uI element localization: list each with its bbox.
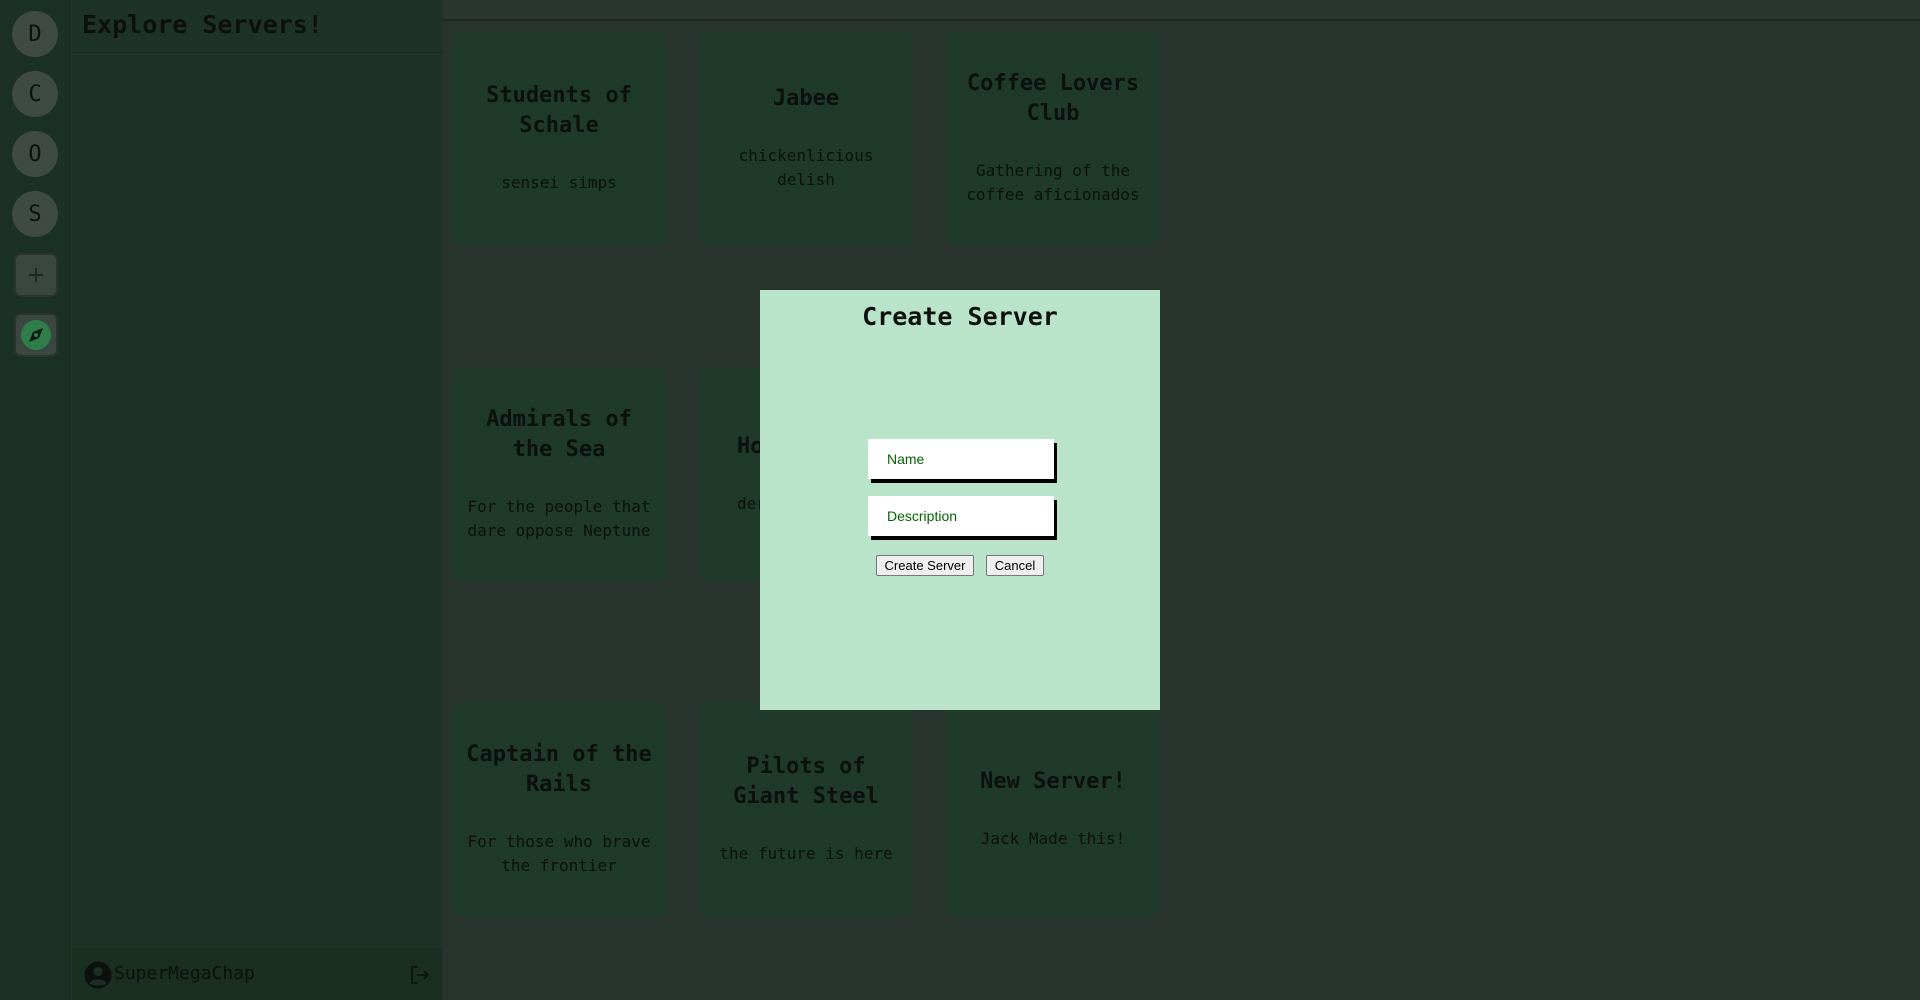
server-name-input[interactable] — [868, 439, 1054, 479]
server-description-input[interactable] — [868, 496, 1054, 536]
cancel-button[interactable]: Cancel — [986, 555, 1044, 576]
create-server-button[interactable]: Create Server — [876, 555, 974, 576]
create-server-modal: Create Server Create Server Cancel — [760, 290, 1160, 710]
modal-title: Create Server — [862, 302, 1058, 331]
